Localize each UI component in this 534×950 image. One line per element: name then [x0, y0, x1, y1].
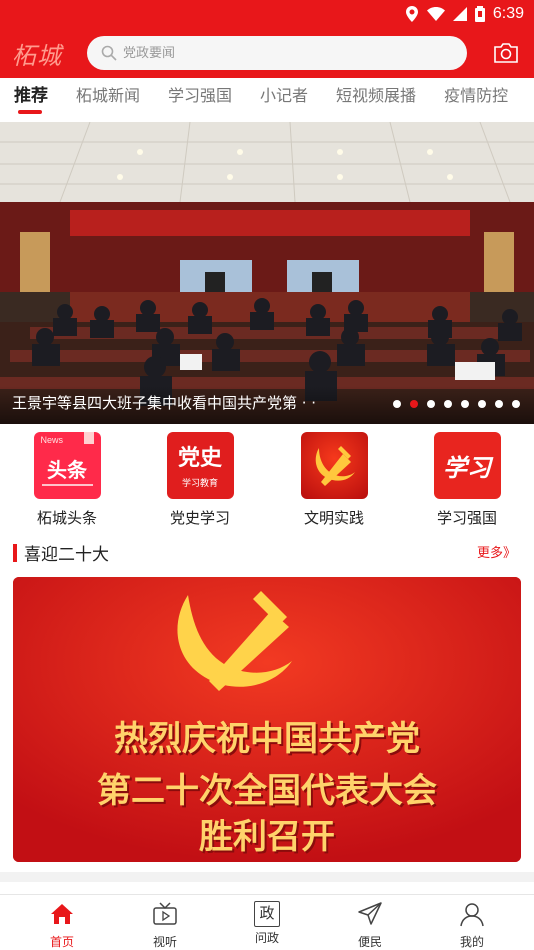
xuexi-qiangguo-icon: 学习: [433, 432, 501, 499]
carousel-dot[interactable]: [393, 400, 401, 408]
congress-banner[interactable]: 热烈庆祝中国共产党 第二十次全国代表大会 胜利召开: [13, 577, 521, 862]
tab-short-video[interactable]: 短视频展播: [322, 78, 416, 122]
party-history-icon-subtext: 学习教育: [181, 479, 218, 489]
nav-mine[interactable]: 我的: [442, 901, 502, 950]
status-bar: 6:39: [405, 4, 524, 24]
tv-icon: [153, 902, 177, 925]
hero-image: [0, 122, 534, 424]
search-input[interactable]: [123, 45, 423, 61]
home-icon: [51, 904, 73, 924]
nav-label: 视听: [152, 935, 177, 949]
party-history-icon: 党史 学习教育: [166, 432, 234, 499]
zheng-icon-text: 政: [259, 904, 275, 922]
nav-label: 便民: [357, 935, 382, 949]
quick-entry-label: 党史学习: [169, 509, 230, 527]
top-header: 6:39 柘城: [0, 0, 534, 78]
tab-xuexi[interactable]: 学习强国: [154, 78, 232, 122]
quick-entry-party-history[interactable]: 党史 学习教育 党史学习: [145, 432, 255, 528]
nav-label: 我的: [459, 935, 484, 949]
divider: [0, 872, 534, 882]
quick-entry-civilization[interactable]: 文明实践: [279, 432, 389, 528]
tab-more-partial[interactable]: 随: [522, 78, 534, 122]
banner-line-2: 第二十次全国代表大会: [97, 771, 437, 811]
carousel-dot[interactable]: [427, 400, 435, 408]
wifi-icon: [426, 7, 445, 21]
search-icon: [101, 45, 117, 61]
tab-young-reporter[interactable]: 小记者: [246, 78, 308, 122]
tab-epidemic[interactable]: 疫情防控: [430, 78, 508, 122]
carousel-indicators: [393, 400, 520, 408]
hero-caption-bar: 王景宇等县四大班子集中收看中国共产党第 · ·: [0, 386, 534, 424]
zheng-icon: 政: [254, 901, 280, 927]
carousel-dot[interactable]: [495, 400, 503, 408]
paper-plane-icon: [358, 902, 382, 925]
location-icon: [405, 6, 418, 22]
tab-zhecheng-news[interactable]: 柘城新闻: [62, 78, 140, 122]
app-screen: 6:39 柘城 推荐 柘城新闻 学习强国 小记者 短视频展播 疫情防控 随: [0, 0, 534, 950]
tab-recommend[interactable]: 推荐: [0, 78, 48, 122]
quick-entry-label: 柘城头条: [36, 509, 97, 527]
battery-icon: [474, 6, 485, 22]
quick-entry-headline[interactable]: News 头条 柘城头条: [12, 432, 122, 528]
user-icon: [460, 903, 484, 927]
nav-inquiry[interactable]: 政 问政: [237, 901, 297, 946]
carousel-dot[interactable]: [512, 400, 520, 408]
news-badge: News: [40, 435, 64, 445]
quick-entry-label: 文明实践: [303, 509, 364, 527]
signal-icon: [452, 7, 467, 21]
xuexi-icon-text: 学习: [443, 453, 491, 482]
headline-icon-text: 头条: [47, 458, 87, 482]
carousel-dot-active[interactable]: [410, 400, 418, 408]
banner-line-1: 热烈庆祝中国共产党: [114, 719, 420, 759]
banner-line-3: 胜利召开: [199, 817, 335, 857]
hero-carousel[interactable]: 王景宇等县四大班子集中收看中国共产党第 · ·: [0, 122, 534, 424]
nav-label: 首页: [49, 935, 74, 949]
section-accent-bar: [13, 544, 17, 562]
quick-entry-xuexi[interactable]: 学习 学习强国: [412, 432, 522, 528]
hammer-sickle-icon: [300, 432, 368, 499]
search-bar[interactable]: [87, 36, 467, 70]
nav-services[interactable]: 便民: [340, 901, 400, 950]
hero-caption[interactable]: 王景宇等县四大班子集中收看中国共产党第 · ·: [12, 392, 372, 413]
nav-home[interactable]: 首页: [32, 901, 92, 950]
headline-news-icon: News 头条: [33, 432, 101, 499]
bottom-navigation: 首页 视听 政 问政 便民 我的: [0, 894, 534, 950]
carousel-dot[interactable]: [461, 400, 469, 408]
carousel-dot[interactable]: [478, 400, 486, 408]
nav-label: 问政: [254, 931, 279, 945]
section-title: 喜迎二十大: [24, 545, 109, 565]
quick-entry-label: 学习强国: [436, 509, 497, 527]
party-history-icon-text: 党史: [177, 445, 222, 471]
channel-tabs: 推荐 柘城新闻 学习强国 小记者 短视频展播 疫情防控 随: [0, 78, 534, 122]
quick-entries: News 头条 柘城头条 党史 学习教育 党史学习 文明实践 学习 学习强国: [0, 424, 534, 534]
more-link[interactable]: 更多》: [477, 542, 516, 561]
nav-media[interactable]: 视听: [135, 901, 195, 950]
camera-icon[interactable]: [492, 42, 520, 64]
carousel-dot[interactable]: [444, 400, 452, 408]
section-header: 喜迎二十大 更多》: [0, 538, 534, 570]
status-time: 6:39: [492, 5, 524, 22]
app-logo[interactable]: 柘城: [12, 36, 62, 71]
